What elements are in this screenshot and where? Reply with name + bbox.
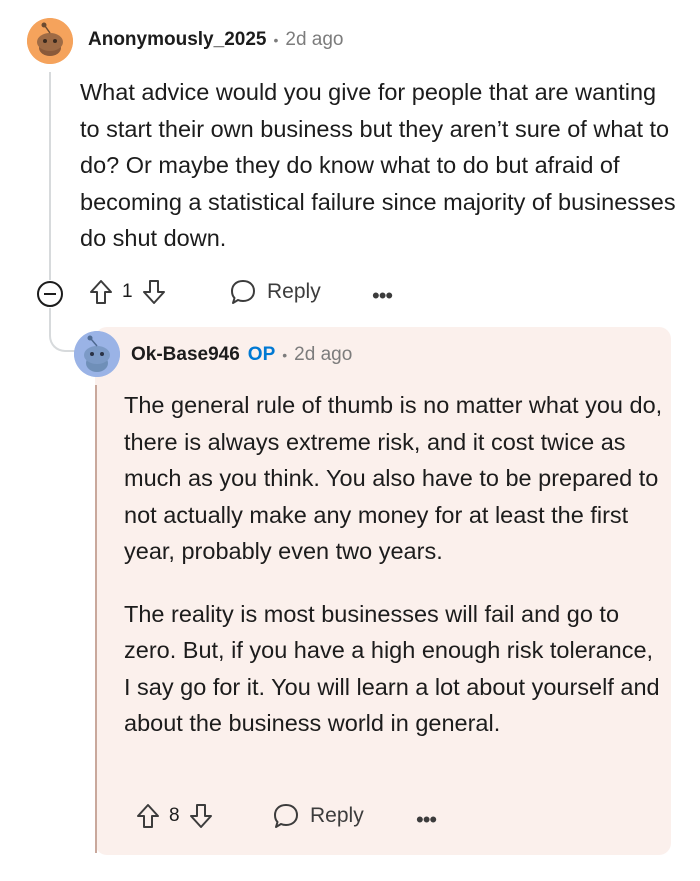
reply-more-button[interactable]: •••	[416, 807, 437, 833]
reply-author-avatar[interactable]	[74, 331, 120, 377]
reply-thread-line	[95, 385, 97, 853]
comment-more-button[interactable]: •••	[372, 283, 393, 309]
separator-dot: •	[273, 32, 279, 48]
reply-label: Reply	[310, 804, 364, 827]
reply-body: The general rule of thumb is no matter w…	[124, 387, 664, 742]
op-badge: OP	[247, 344, 276, 365]
collapse-button[interactable]	[37, 281, 63, 307]
comment-reply-button[interactable]: Reply	[229, 278, 321, 306]
upvote-arrow-icon[interactable]	[88, 278, 114, 306]
separator-dot: •	[282, 347, 288, 363]
reply-vote-count: 8	[169, 805, 180, 826]
speech-bubble-icon	[231, 280, 255, 304]
thread-connector	[49, 308, 75, 352]
commenter-avatar[interactable]	[27, 18, 73, 64]
comment-author[interactable]: Anonymously_2025	[88, 29, 266, 51]
comment-meta: Anonymously_2025 • 2d ago	[88, 29, 344, 51]
speech-bubble-icon	[274, 804, 298, 828]
reply-vote-group: 8	[135, 802, 214, 830]
snoo-avatar-icon	[74, 331, 120, 377]
comment-timestamp[interactable]: 2d ago	[285, 29, 343, 51]
thread-line	[49, 72, 51, 280]
reply-reply-button[interactable]: Reply	[272, 802, 364, 830]
comment-vote-group: 1	[88, 278, 167, 306]
snoo-avatar-icon	[27, 18, 73, 64]
upvote-arrow-icon[interactable]	[135, 802, 161, 830]
comment-vote-count: 1	[122, 281, 133, 302]
reply-timestamp[interactable]: 2d ago	[294, 344, 352, 366]
reply-meta: Ok-Base946 OP • 2d ago	[131, 344, 352, 366]
reply-author[interactable]: Ok-Base946	[131, 344, 240, 366]
reply-label: Reply	[267, 280, 321, 303]
downvote-arrow-icon[interactable]	[188, 802, 214, 830]
reply-paragraph-1: The general rule of thumb is no matter w…	[124, 392, 663, 564]
reply-paragraph-2: The reality is most businesses will fail…	[124, 600, 660, 737]
collapse-minus-icon	[44, 293, 56, 295]
downvote-arrow-icon[interactable]	[141, 278, 167, 306]
comment-text: What advice would you give for people th…	[80, 79, 676, 251]
comment-body: What advice would you give for people th…	[80, 74, 680, 257]
